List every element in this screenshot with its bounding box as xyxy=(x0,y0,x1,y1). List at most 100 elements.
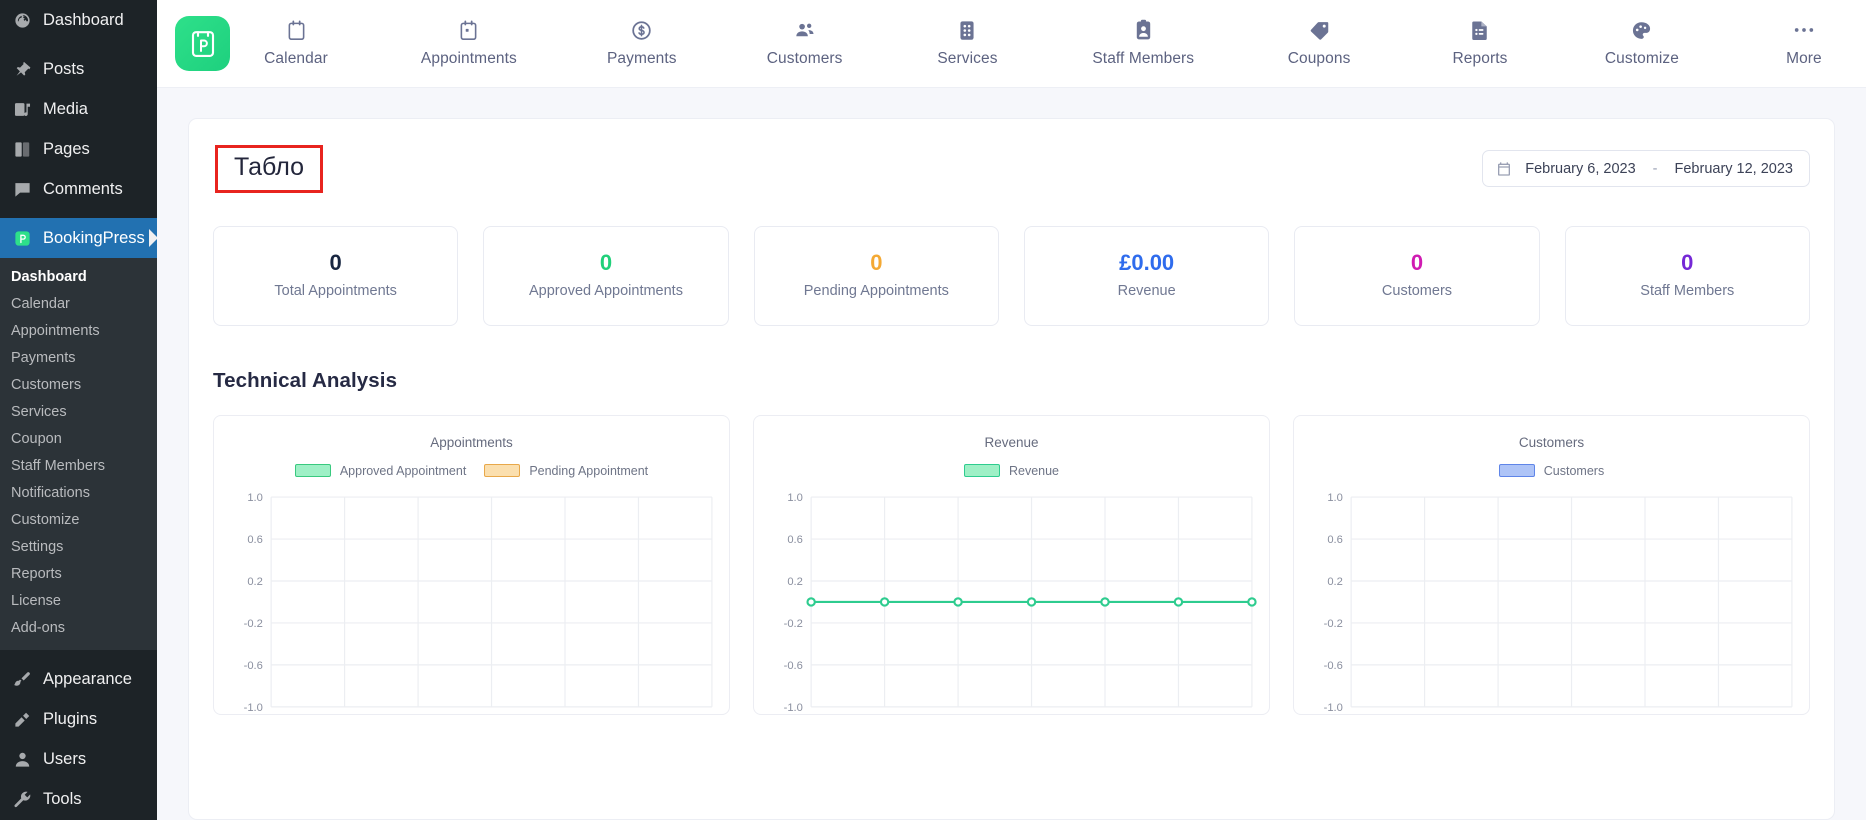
date-range-picker[interactable]: February 6, 2023 - February 12, 2023 xyxy=(1482,150,1810,188)
topnav-coupons[interactable]: Coupons xyxy=(1283,19,1355,68)
stat-card-total-appointments: 0 Total Appointments xyxy=(213,225,459,326)
wp-menu-label: Comments xyxy=(43,179,123,198)
wp-submenu-notifications[interactable]: Notifications xyxy=(0,479,157,506)
main-region: Calendar Appointments Payments Customers Ser… xyxy=(157,0,1866,820)
bookingpress-logo[interactable] xyxy=(175,16,230,71)
topnav-staff-members[interactable]: Staff Members xyxy=(1092,19,1194,68)
appointments-icon xyxy=(459,19,478,41)
topnav-reports[interactable]: Reports xyxy=(1444,19,1516,68)
wp-submenu-staff-members[interactable]: Staff Members xyxy=(0,452,157,479)
wp-submenu-license[interactable]: License xyxy=(0,587,157,614)
stat-value: 0 xyxy=(1410,250,1424,276)
wp-menu-media[interactable]: Media xyxy=(0,89,157,129)
wp-submenu-customize[interactable]: Customize xyxy=(0,506,157,533)
wp-menu-label: BookingPress xyxy=(43,228,145,247)
wp-menu-label: Tools xyxy=(43,789,82,808)
wp-menu-pages[interactable]: Pages xyxy=(0,129,157,169)
pages-icon xyxy=(11,138,33,160)
legend-swatch xyxy=(1498,464,1535,478)
svg-text:-1.0: -1.0 xyxy=(244,702,263,714)
topnav-label: Reports xyxy=(1452,50,1508,67)
wp-submenu-customers[interactable]: Customers xyxy=(0,371,157,398)
calendar-icon xyxy=(287,19,306,41)
chart-title: Appointments xyxy=(430,434,513,450)
wp-menu-label: Dashboard xyxy=(43,10,124,29)
wp-menu-appearance[interactable]: Appearance xyxy=(0,659,157,699)
legend-label: Revenue xyxy=(1008,463,1060,478)
wp-submenu-reports[interactable]: Reports xyxy=(0,560,157,587)
topnav-label: Staff Members xyxy=(1092,50,1195,67)
wp-menu-dashboard[interactable]: Dashboard xyxy=(0,0,157,40)
legend-entry[interactable]: Customers xyxy=(1498,464,1604,478)
legend-entry[interactable]: Approved Appointment xyxy=(294,464,466,478)
legend-label: Pending Appointment xyxy=(529,463,649,478)
stat-label: Pending Appointments xyxy=(803,282,949,299)
topnav-calendar[interactable]: Calendar xyxy=(260,19,332,68)
topnav-payments[interactable]: Payments xyxy=(606,19,678,68)
wp-submenu-dashboard[interactable]: Dashboard xyxy=(0,263,157,290)
stat-card-customers: 0 Customers xyxy=(1294,225,1540,326)
chart-legend: Approved Appointment Pending Appointment xyxy=(224,464,719,478)
topnav-label: Payments xyxy=(606,50,677,67)
wp-menu-users[interactable]: Users xyxy=(0,739,157,779)
legend-entry[interactable]: Revenue xyxy=(963,463,1060,478)
wp-menu-label: Users xyxy=(43,749,87,768)
legend-entry[interactable]: Pending Appointment xyxy=(484,464,648,478)
topnav-appointments[interactable]: Appointments xyxy=(421,19,517,68)
wp-menu-bookingpress[interactable]: BookingPress xyxy=(0,218,157,258)
topnav-label: Customize xyxy=(1604,50,1680,67)
wp-menu-tools[interactable]: Tools xyxy=(0,779,157,819)
wp-menu-plugins[interactable]: Plugins xyxy=(0,699,157,739)
wp-menu-label: Posts xyxy=(43,59,85,78)
svg-text:-0.2: -0.2 xyxy=(244,618,263,630)
svg-text:-0.2: -0.2 xyxy=(784,618,803,630)
legend-swatch xyxy=(484,464,521,478)
stat-value: 0 xyxy=(329,250,342,276)
chart-plot-area: 1.00.60.2-0.2-0.6-1.0Feb 06Feb 07Feb 08F… xyxy=(224,490,719,714)
stat-value: 0 xyxy=(870,250,883,276)
wp-submenu-settings[interactable]: Settings xyxy=(0,533,157,560)
wp-submenu-add-ons[interactable]: Add-ons xyxy=(0,614,157,641)
svg-text:0.2: 0.2 xyxy=(247,576,263,588)
user-icon xyxy=(11,748,33,770)
chart-card-appointments: Appointments Approved Appointment Pending … xyxy=(213,414,730,715)
content-area: Табло February 6, 2023 - February 12, 20… xyxy=(157,88,1866,820)
wp-submenu-payments[interactable]: Payments xyxy=(0,344,157,371)
wp-submenu-coupon[interactable]: Coupon xyxy=(0,425,157,452)
topnav-customers[interactable]: Customers xyxy=(767,19,843,68)
topnav-label: Coupons xyxy=(1287,50,1351,67)
date-range-end: February 12, 2023 xyxy=(1674,160,1794,177)
svg-text:0.6: 0.6 xyxy=(1327,534,1343,546)
stat-card-revenue: £0.00 Revenue xyxy=(1023,225,1270,326)
stat-value: £0.00 xyxy=(1119,250,1175,276)
topnav-customize[interactable]: Customize xyxy=(1605,19,1679,68)
svg-text:-1.0: -1.0 xyxy=(784,702,803,714)
services-grid-icon xyxy=(958,19,976,41)
wp-menu-posts[interactable]: Posts xyxy=(0,49,157,89)
stat-label: Revenue xyxy=(1117,282,1176,299)
bookingpress-icon xyxy=(11,227,33,249)
report-doc-icon xyxy=(1471,19,1489,41)
svg-text:-0.6: -0.6 xyxy=(784,660,803,672)
svg-text:-0.6: -0.6 xyxy=(244,660,263,672)
wrench-icon xyxy=(11,788,33,810)
topnav-more[interactable]: More xyxy=(1768,19,1840,68)
chart-title: Customers xyxy=(1518,434,1585,450)
wp-submenu-appointments[interactable]: Appointments xyxy=(0,317,157,344)
stat-value: 0 xyxy=(1681,250,1694,276)
wp-menu-comments[interactable]: Comments xyxy=(0,169,157,209)
legend-swatch xyxy=(294,464,331,478)
charts-row: Appointments Approved Appointment Pending … xyxy=(213,414,1810,715)
wp-menu-label: Appearance xyxy=(43,669,132,688)
svg-text:0.6: 0.6 xyxy=(247,534,263,546)
wp-submenu-services[interactable]: Services xyxy=(0,398,157,425)
ellipsis-icon xyxy=(1793,19,1815,41)
topnav-services[interactable]: Services xyxy=(931,19,1003,68)
people-icon xyxy=(794,19,816,41)
svg-text:1.0: 1.0 xyxy=(787,492,803,504)
stat-label: Total Appointments xyxy=(274,282,397,299)
chart-card-customers: CustomersCustomers1.00.60.2-0.2-0.6-1.0F… xyxy=(1293,414,1810,715)
dashboard-panel: Табло February 6, 2023 - February 12, 20… xyxy=(188,118,1835,820)
plug-icon xyxy=(11,708,33,730)
wp-submenu-calendar[interactable]: Calendar xyxy=(0,290,157,317)
